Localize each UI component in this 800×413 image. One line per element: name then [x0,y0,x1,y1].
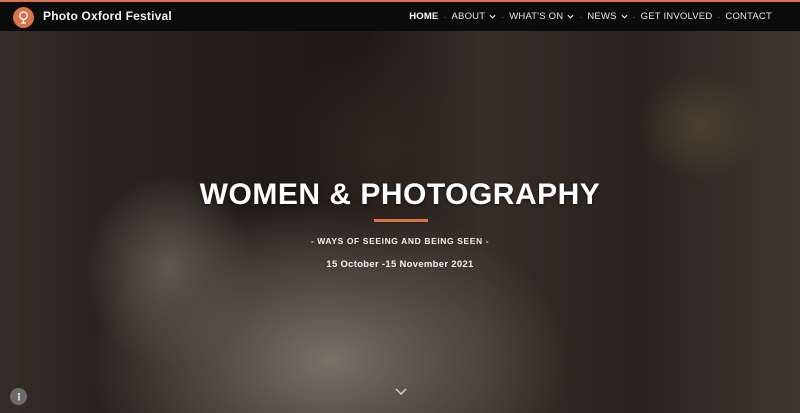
site-header: Photo Oxford Festival Home · About · Wha… [0,0,800,31]
hero-divider [374,219,428,222]
nav-label: What's On [509,11,564,22]
nav-separator: · [717,11,721,22]
nav-label: News [587,11,617,22]
nav-separator: · [501,11,505,22]
nav-label: Contact [725,11,772,22]
nav-item-about[interactable]: About [452,2,497,31]
hero-subtitle: - WAYS OF SEEING AND BEING SEEN - [310,236,490,246]
nav-label: Home [409,11,439,22]
chevron-down-icon [567,14,574,19]
nav-item-whats-on[interactable]: What's On [509,2,574,31]
nav-separator: · [632,11,636,22]
hero-content: WOMEN & PHOTOGRAPHY - WAYS OF SEEING AND… [0,31,800,413]
nav-item-contact[interactable]: Contact [725,2,772,31]
main-nav: Home · About · What's On · News · Get In… [409,2,800,31]
nav-item-get-involved[interactable]: Get Involved [641,2,713,31]
hero-title: WOMEN & PHOTOGRAPHY [199,178,601,211]
chevron-down-icon [621,14,628,19]
accessibility-icon [17,392,20,400]
chevron-down-icon [489,14,496,19]
hero-dates: 15 October -15 November 2021 [326,259,474,270]
site-title[interactable]: Photo Oxford Festival [43,9,172,23]
site-logo[interactable] [13,7,34,28]
nav-label: About [451,11,486,22]
nav-item-home[interactable]: Home [409,2,438,31]
accessibility-button[interactable] [10,388,27,405]
chevron-down-icon[interactable] [394,387,408,397]
nav-item-news[interactable]: News [587,2,628,31]
nav-label: Get Involved [640,11,713,22]
lens-pin-icon [19,11,28,24]
nav-separator: · [443,11,447,22]
nav-separator: · [579,11,583,22]
hero-banner: WOMEN & PHOTOGRAPHY - WAYS OF SEEING AND… [0,31,800,413]
